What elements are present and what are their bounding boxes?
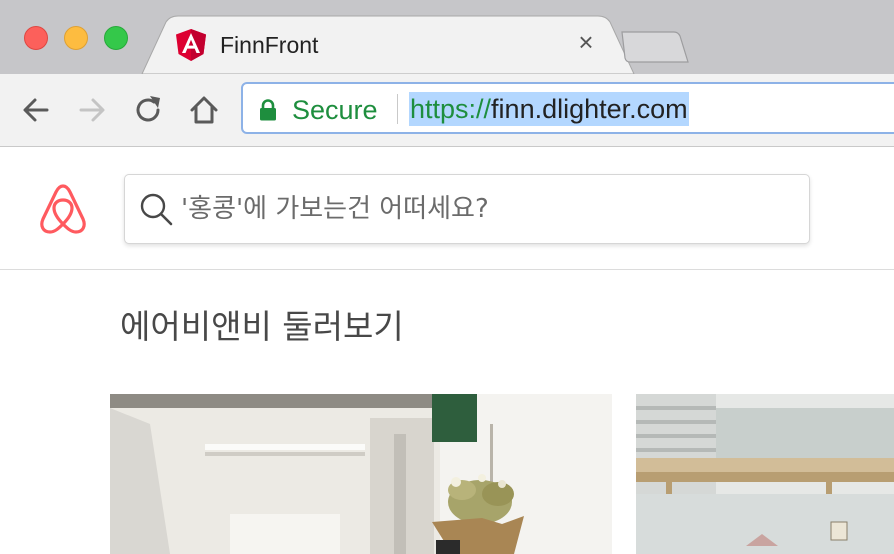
room-photo-2	[636, 394, 894, 554]
url-text[interactable]: https://finn.dlighter.com	[409, 92, 689, 126]
lock-icon[interactable]	[259, 99, 277, 121]
address-bar[interactable]: Secure https://finn.dlighter.com	[241, 82, 894, 134]
room-photo-1	[110, 394, 612, 554]
new-tab-button[interactable]	[618, 30, 690, 64]
listing-card-2[interactable]	[636, 394, 894, 554]
tab-title: FinnFront	[220, 32, 319, 58]
airbnb-logo-icon[interactable]	[38, 183, 88, 235]
reload-icon[interactable]	[130, 92, 166, 128]
home-icon[interactable]	[186, 92, 222, 128]
search-box[interactable]	[124, 174, 810, 244]
site-header	[0, 147, 894, 270]
active-tab[interactable]	[0, 0, 894, 74]
browser-toolbar: Secure https://finn.dlighter.com	[0, 74, 894, 147]
listing-card-1[interactable]	[110, 394, 612, 554]
secure-label: Secure	[292, 95, 378, 125]
back-arrow-icon[interactable]	[18, 92, 54, 128]
url-scheme: https://	[410, 94, 492, 124]
angular-icon	[176, 29, 206, 61]
search-input[interactable]	[181, 189, 781, 229]
tab-close-icon[interactable]: ×	[574, 29, 598, 55]
forward-arrow-icon[interactable]	[74, 92, 110, 128]
section-title: 에어비앤비 둘러보기	[120, 307, 404, 346]
omnibox-divider	[397, 94, 398, 124]
search-icon	[140, 193, 173, 226]
browser-titlebar: FinnFront ×	[0, 0, 894, 74]
url-host: finn.dlighter.com	[491, 94, 688, 124]
